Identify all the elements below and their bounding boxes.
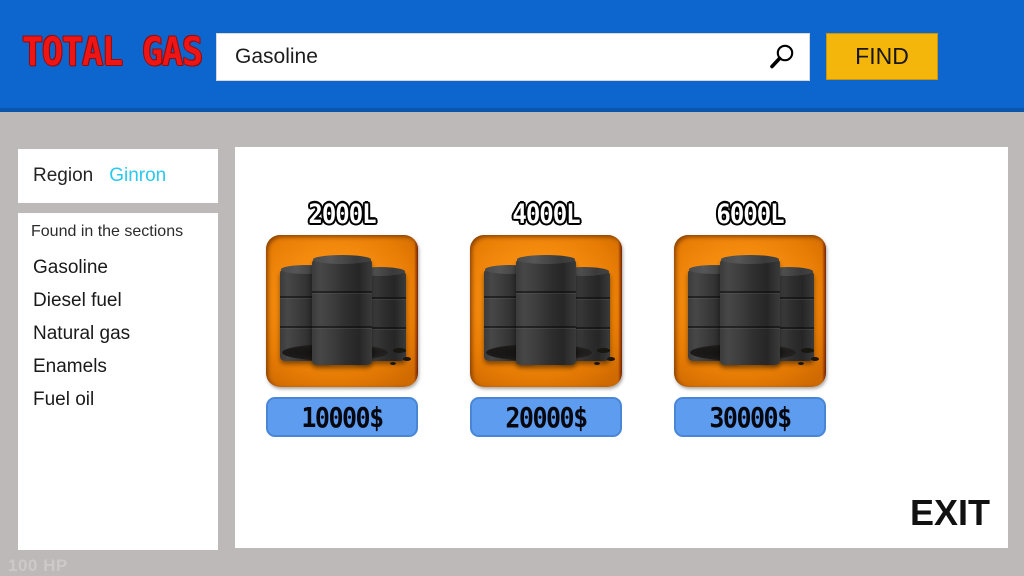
product-price-label: 20000$ [505,400,588,434]
sidebar-item-enamels[interactable]: Enamels [31,351,218,384]
oil-droplet [403,357,411,361]
oil-droplet [811,357,819,361]
game-screen: TOTAL GAS FIND Region Ginron Found in th… [0,0,1024,576]
buy-button[interactable]: 20000$ [470,397,622,437]
content-panel: 2000L 10000$ 4000L 20000$ 6000L 30000$ E… [235,147,1008,548]
oil-barrels-icon[interactable] [674,235,826,387]
sidebar-item-fuel-oil[interactable]: Fuel oil [31,384,218,417]
sidebar-item-gasoline[interactable]: Gasoline [31,252,218,285]
magnifier-icon[interactable] [753,34,809,80]
oil-barrels-icon[interactable] [470,235,622,387]
exit-button[interactable]: EXIT [910,492,990,534]
product-price-label: 30000$ [709,400,792,434]
product-volume-label: 6000L [716,198,784,230]
buy-button[interactable]: 30000$ [674,397,826,437]
oil-droplet [393,348,406,353]
oil-droplet [597,348,610,353]
find-button[interactable]: FIND [826,33,938,80]
search-input[interactable] [217,34,753,80]
sidebar-item-diesel-fuel[interactable]: Diesel fuel [31,285,218,318]
sidebar-item-natural-gas[interactable]: Natural gas [31,318,218,351]
product-card: 4000L 20000$ [470,198,622,437]
buy-button[interactable]: 10000$ [266,397,418,437]
region-value[interactable]: Ginron [109,165,166,187]
product-volume-label: 4000L [512,198,580,230]
region-label: Region [33,165,94,186]
product-card: 2000L 10000$ [266,198,418,437]
product-price-label: 10000$ [301,400,384,434]
oil-droplet [607,357,615,361]
barrel-shape [516,255,576,365]
search-bar[interactable] [216,33,810,81]
oil-droplet [801,348,814,353]
oil-droplet [594,362,600,365]
app-header: TOTAL GAS FIND [0,0,1024,112]
app-logo: TOTAL GAS [22,28,203,75]
product-card: 6000L 30000$ [674,198,826,437]
oil-droplet [390,362,396,365]
sections-panel: Found in the sections Gasoline Diesel fu… [18,213,218,550]
barrel-shape [312,255,372,365]
oil-barrels-icon[interactable] [266,235,418,387]
product-volume-label: 2000L [308,198,376,230]
region-selector[interactable]: Region Ginron [18,149,218,203]
hp-status: 100 HP [8,556,68,575]
barrel-shape [720,255,780,365]
sections-title: Found in the sections [31,223,184,240]
oil-droplet [798,362,804,365]
